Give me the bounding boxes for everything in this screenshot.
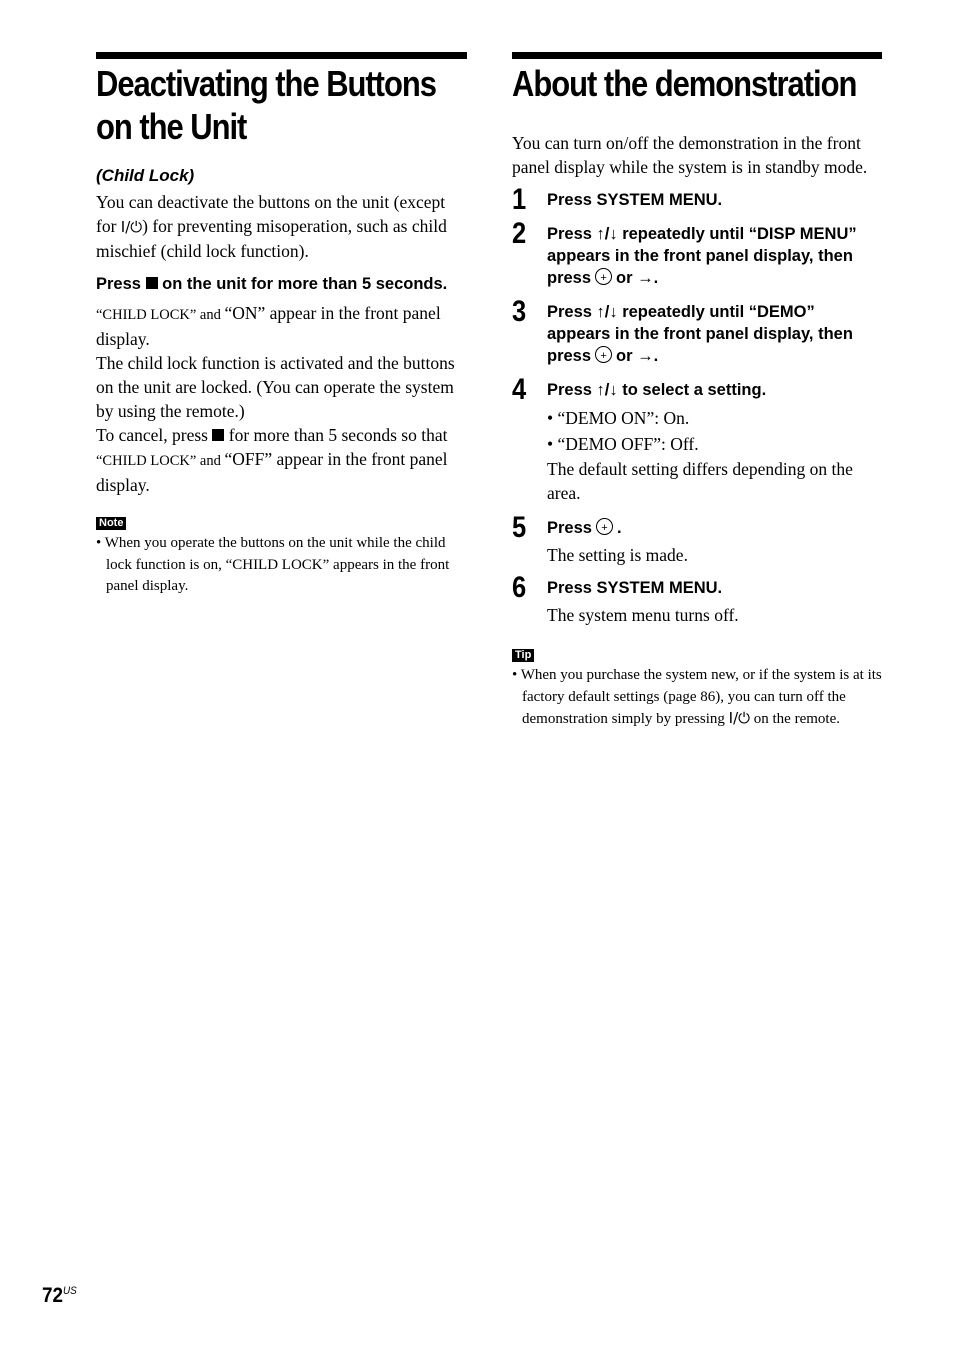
page-number-value: 72	[42, 1284, 64, 1307]
cancel-paragraph: To cancel, press for more than 5 seconds…	[96, 423, 467, 497]
option-item: • “DEMO ON”: On.	[547, 408, 690, 428]
step-5: 5 Press. The setting is made.	[512, 511, 882, 567]
text: “ON”	[224, 303, 266, 323]
subtitle: (Child Lock)	[96, 166, 195, 185]
left-column: Deactivating the Buttons on the Unit (Ch…	[96, 52, 467, 598]
text: Press ↑/↓ repeatedly until “DEMO” appear…	[547, 303, 853, 365]
step-instruction: Press SYSTEM MENU.	[547, 191, 723, 209]
section-title: Deactivating the Buttons on the Unit	[96, 62, 437, 148]
step-description: The default setting differs depending on…	[547, 459, 853, 503]
tip-block: Tip • When you purchase the system new, …	[512, 645, 882, 731]
step-number: 2	[512, 217, 527, 250]
step-description: The setting is made.	[547, 545, 688, 565]
text: or →.	[616, 269, 659, 287]
text: To cancel, press	[96, 425, 213, 445]
step-instruction: Press ↑/↓ repeatedly until “DEMO” appear…	[547, 301, 882, 367]
instruction: Press on the unit for more than 5 second…	[96, 273, 467, 295]
text: Press	[547, 519, 592, 537]
text: “CHILD LOCK”	[96, 307, 197, 323]
step-instruction: Press.	[547, 517, 882, 539]
note-badge: Note	[96, 517, 127, 530]
step-number: 5	[512, 511, 527, 544]
page-number: 72US	[42, 1284, 77, 1308]
text: ) for preventing misoperation, such as c…	[96, 216, 447, 261]
page-region-suffix: US	[63, 1285, 77, 1297]
power-icon: I/⏻	[120, 218, 143, 236]
step-instruction: Press ↑/↓ to select a setting.	[547, 381, 767, 399]
section-rule	[512, 52, 882, 59]
step-number: 4	[512, 373, 527, 406]
section-title: About the demonstration	[512, 63, 857, 104]
enter-button-icon	[595, 517, 613, 539]
step-instruction: Press ↑/↓ repeatedly until “DISP MENU” a…	[547, 223, 882, 289]
text: on the unit for more than 5 seconds.	[157, 275, 448, 293]
text: and	[196, 307, 225, 323]
tip-text: • When you purchase the system new, or i…	[512, 665, 882, 731]
enter-button-icon	[595, 345, 613, 367]
step-number: 6	[512, 571, 527, 604]
step-instruction: Press SYSTEM MENU.	[547, 579, 723, 597]
step-description: The system menu turns off.	[547, 605, 739, 625]
option-item: • “DEMO OFF”: Off.	[547, 434, 699, 454]
text: and	[196, 453, 225, 469]
enter-button-icon	[595, 267, 613, 289]
right-column: About the demonstration You can turn on/…	[512, 52, 882, 731]
step-2: 2 Press ↑/↓ repeatedly until “DISP MENU”…	[512, 217, 882, 289]
text: .	[616, 519, 622, 537]
text: “OFF”	[224, 449, 273, 469]
text: or →.	[616, 347, 659, 365]
text: Press ↑/↓ repeatedly until “DISP MENU” a…	[547, 225, 857, 287]
text: Press	[96, 275, 146, 293]
note-text: • When you operate the buttons on the un…	[96, 535, 450, 594]
lock-paragraph: The child lock function is activated and…	[96, 353, 455, 421]
stop-icon	[212, 429, 225, 441]
step-6: 6 Press SYSTEM MENU. The system menu tur…	[512, 571, 882, 627]
step-3: 3 Press ↑/↓ repeatedly until “DEMO” appe…	[512, 295, 882, 367]
power-icon: I/⏻	[728, 709, 750, 727]
text: for more than 5 seconds so that	[224, 425, 448, 445]
title-line: Deactivating the Buttons	[96, 63, 437, 104]
step-1: 1 Press SYSTEM MENU.	[512, 183, 882, 216]
section-rule	[96, 52, 467, 59]
step-number: 1	[512, 183, 527, 216]
intro-paragraph: You can deactivate the buttons on the un…	[96, 190, 467, 263]
intro-paragraph: You can turn on/off the demonstration in…	[512, 133, 868, 177]
text: “CHILD LOCK”	[96, 453, 197, 469]
result-paragraph: “CHILD LOCK” and “ON” appear in the fron…	[96, 301, 467, 351]
note-block: Note • When you operate the buttons on t…	[96, 513, 467, 598]
step-number: 3	[512, 295, 527, 328]
title-line: on the Unit	[96, 106, 247, 147]
step-4: 4 Press ↑/↓ to select a setting. • “DEMO…	[512, 373, 882, 505]
text: on the remote.	[750, 711, 840, 727]
stop-icon	[145, 277, 158, 289]
tip-badge: Tip	[512, 649, 535, 662]
